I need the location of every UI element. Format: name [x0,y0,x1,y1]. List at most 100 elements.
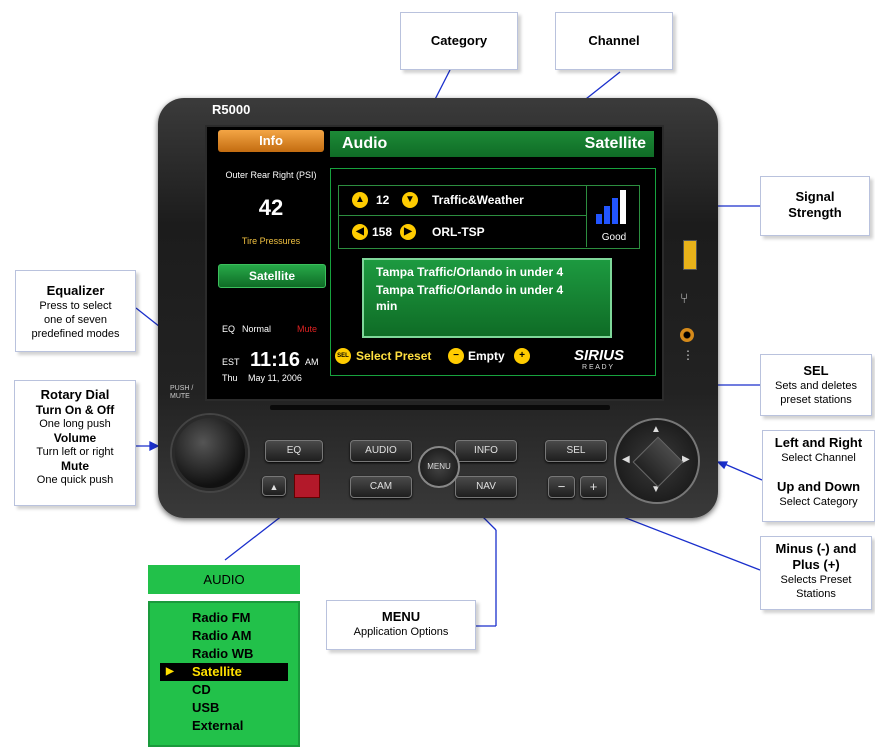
audio-menu-item[interactable]: USB [192,699,298,717]
channel-title: Channel [588,33,640,48]
signal-bar-3 [612,198,618,224]
audio-menu-item-selected[interactable]: ▶ Satellite [160,663,288,681]
info-tab[interactable]: Info [218,130,324,152]
rotary-volume-title: Volume [53,431,97,445]
cam-button[interactable]: CAM [350,476,412,498]
eject-button[interactable]: ▲ [262,476,286,496]
menu-button-label: MENU [427,462,451,471]
rotary-on-desc: One long push [39,418,111,430]
audio-menu-item[interactable]: External [192,717,298,735]
sirius-ready: R E A D Y [582,364,613,371]
minus-plus-desc-1: Selects Preset [780,574,852,586]
song-info-box: Tampa Traffic/Orlando in under 4 Tampa T… [362,258,612,338]
song-line-2: Tampa Traffic/Orlando in under 4 [376,283,564,297]
up-down-desc: Select Category [779,496,858,508]
category-up-icon[interactable]: ▲ [352,192,368,208]
mute-indicator: Mute [297,324,318,334]
sel-title: SEL [803,363,829,378]
red-indicator [294,474,320,498]
rotary-dial[interactable] [172,415,248,491]
sel-button[interactable]: SEL [545,440,607,462]
signal-strength-icon [594,188,634,228]
minus-button[interactable]: − [548,476,575,498]
cd-slot [270,405,610,410]
sel-desc-2: preset stations [780,394,852,406]
eq-button[interactable]: EQ [265,440,323,462]
up-down-title: Up and Down [776,479,861,494]
audio-button[interactable]: AUDIO [350,440,412,462]
rotary-arrow [149,440,160,452]
satellite-tab[interactable]: Satellite [218,264,326,288]
category-down-icon[interactable]: ▼ [402,192,418,208]
model-label: R5000 [212,102,251,117]
clock-time: 11:16 [250,349,301,371]
mic-icon: ⋮ [682,348,694,362]
menu-callout-desc: Application Options [353,626,449,638]
channel-number-2: 158 [372,225,393,239]
date-label: May 11, 2006 [248,373,302,383]
channel-left-icon[interactable]: ◀ [352,224,368,240]
clock-ampm: AM [305,357,319,367]
menu-callout-title: MENU [381,609,421,624]
eq-label: EQ [222,324,236,334]
left-right-title: Left and Right [774,435,863,450]
signal-bar-2 [604,206,610,224]
audio-menu-list: Radio FM Radio AM Radio WB ▶ Satellite C… [148,601,300,747]
tire-pressures-label: Tire Pressures [241,236,301,246]
psi-value: 42 [258,195,284,220]
empty-label: Empty [468,349,505,363]
channel-name: ORL-TSP [432,225,485,239]
signal-title-2: Strength [788,205,842,220]
day-label: Thu [222,373,238,383]
signal-bar-1 [596,214,602,224]
audio-header-bar: Audio Satellite [330,131,654,157]
rotary-mute-desc: One quick push [36,474,114,486]
selected-arrow-icon: ▶ [166,666,174,677]
audio-menu-header: AUDIO [148,565,300,594]
minus-icon[interactable]: − [448,348,464,364]
equalizer-desc-3: predefined modes [31,328,120,340]
audio-menu-item[interactable]: CD [192,681,298,699]
plus-button[interactable]: + [580,476,607,498]
equalizer-title: Equalizer [46,283,105,298]
signal-divider [586,185,587,247]
dpad-left-icon[interactable]: ◀ [622,454,630,465]
menu-callout: MENU Application Options [326,600,476,650]
rotary-title: Rotary Dial [40,387,110,402]
minus-plus-title-2: Plus (+) [792,557,840,572]
timezone: EST [222,357,240,367]
select-preset-label: Select Preset [356,349,432,363]
minus-plus-callout: Minus (-) and Plus (+) Selects Preset St… [760,536,872,610]
minus-plus-title-1: Minus (-) and [775,541,857,556]
info-button[interactable]: INFO [455,440,517,462]
minus-plus-desc-2: Stations [796,588,836,600]
channel-callout: Channel [555,12,673,70]
equalizer-desc-1: Press to select [39,300,112,312]
dpad-right-icon[interactable]: ▶ [682,454,690,465]
nav-button[interactable]: NAV [455,476,517,498]
channel-number-1: 12 [376,193,390,207]
rotary-on-title: Turn On & Off [35,403,115,417]
song-line-3: min [376,299,398,313]
audio-menu-title: AUDIO [203,572,245,587]
menu-button[interactable]: MENU [418,446,460,488]
audio-menu-item[interactable]: Radio AM [192,627,298,645]
audio-menu-item[interactable]: Radio WB [192,645,298,663]
dpad-center [632,436,684,488]
category-title: Category [430,33,488,48]
rotary-volume-desc: Turn left or right [36,446,114,458]
song-line-1: Tampa Traffic/Orlando in under 4 [376,265,564,279]
audio-menu-item[interactable]: Radio FM [192,609,298,627]
category-callout: Category [400,12,518,70]
outer-rear-label: Outer Rear Right (PSI) [225,170,317,180]
dpad[interactable]: ▲ ▼ ◀ ▶ [614,418,700,504]
aux-jack [680,328,694,342]
dpad-up-icon[interactable]: ▲ [651,424,661,435]
plus-icon[interactable]: + [514,348,530,364]
sel-icon[interactable]: SEL [335,348,351,364]
dpad-arrow [716,461,729,470]
channel-divider [338,215,586,216]
dpad-callout: Left and Right Select Channel Up and Dow… [762,430,875,522]
signal-label: Good [601,232,627,243]
channel-right-icon[interactable]: ▶ [400,224,416,240]
